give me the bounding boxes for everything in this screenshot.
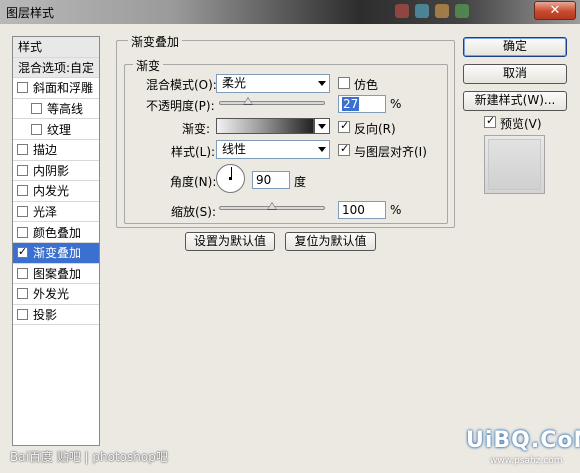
blend-mode-value: 柔光 xyxy=(222,76,247,90)
gradient-label: 渐变: xyxy=(182,122,211,136)
style-list: 样式 混合选项:自定 斜面和浮雕等高线纹理描边内阴影内发光光泽颜色叠加渐变叠加图… xyxy=(12,36,100,446)
angle-input[interactable]: 90 xyxy=(252,171,290,189)
close-button[interactable]: ✕ xyxy=(534,1,576,20)
preview-checkbox[interactable] xyxy=(484,114,496,128)
reverse-checkbox[interactable] xyxy=(338,119,350,133)
style-list-item-checkbox[interactable] xyxy=(31,123,42,135)
chevron-down-icon xyxy=(318,81,326,86)
style-list-item-label: 图案叠加 xyxy=(33,266,82,281)
style-list-item-label: 纹理 xyxy=(47,122,72,137)
blend-mode-select[interactable]: 柔光 xyxy=(216,74,330,93)
gradient-picker-dropdown[interactable] xyxy=(314,118,330,134)
blend-mode-label: 混合模式(O): xyxy=(146,78,217,92)
style-list-item-label: 颜色叠加 xyxy=(33,225,82,240)
gradient-style-value: 线性 xyxy=(222,142,247,156)
style-list-item[interactable]: 内阴影 xyxy=(13,161,99,182)
new-style-button[interactable]: 新建样式(W)... xyxy=(463,91,567,111)
ok-button[interactable]: 确定 xyxy=(463,37,567,57)
gradient-overlay-group-title: 渐变叠加 xyxy=(128,33,183,50)
style-list-item-checkbox[interactable] xyxy=(17,82,28,94)
style-list-item-label: 渐变叠加 xyxy=(33,246,82,261)
style-list-item[interactable]: 纹理 xyxy=(13,119,99,140)
style-list-item-checkbox[interactable] xyxy=(17,226,28,238)
style-list-item[interactable]: 等高线 xyxy=(13,99,99,120)
dither-checkbox[interactable] xyxy=(338,77,350,89)
style-list-item-label: 描边 xyxy=(33,143,58,158)
set-as-default-button[interactable]: 设置为默认值 xyxy=(185,232,275,251)
background-app-icon xyxy=(455,4,469,18)
style-list-item-label: 光泽 xyxy=(33,205,58,220)
style-list-item[interactable]: 投影 xyxy=(13,305,99,326)
style-list-item[interactable]: 光泽 xyxy=(13,202,99,223)
opacity-slider-thumb[interactable] xyxy=(243,97,254,105)
scale-slider-thumb[interactable] xyxy=(267,202,277,210)
style-list-item-checkbox[interactable] xyxy=(17,267,28,279)
style-list-item-checkbox[interactable] xyxy=(17,144,28,156)
opacity-value: 27 xyxy=(342,97,360,111)
scale-label: 缩放(S): xyxy=(171,205,217,219)
angle-degree-unit: 度 xyxy=(294,175,307,189)
opacity-label: 不透明度(P): xyxy=(146,99,215,113)
site-watermark-url: www.psahz.com xyxy=(490,456,563,466)
style-preview-swatch xyxy=(488,139,541,190)
blend-options-label: 混合选项:自定 xyxy=(18,60,95,75)
chevron-down-icon xyxy=(318,147,326,152)
window-title: 图层样式 xyxy=(6,6,55,20)
scale-slider[interactable] xyxy=(219,202,325,210)
align-with-layer-label: 与图层对齐(I) xyxy=(354,145,427,159)
style-list-item-label: 内阴影 xyxy=(33,163,70,178)
background-taskbar-icons xyxy=(395,4,469,20)
site-watermark-logo: UiBQ.CoM xyxy=(466,428,580,453)
style-list-item-label: 投影 xyxy=(33,308,58,323)
style-list-item[interactable]: 外发光 xyxy=(13,284,99,305)
chevron-down-icon xyxy=(318,124,326,129)
align-with-layer-checkbox[interactable] xyxy=(338,142,350,156)
style-list-item[interactable]: 渐变叠加 xyxy=(13,242,99,264)
style-list-item[interactable]: 斜面和浮雕 xyxy=(13,78,99,99)
style-list-item-checkbox[interactable] xyxy=(17,309,28,321)
reverse-label: 反向(R) xyxy=(354,122,396,136)
scale-percent-unit: % xyxy=(390,203,402,217)
style-list-header[interactable]: 样式 xyxy=(13,37,99,58)
dither-label: 仿色 xyxy=(354,78,379,92)
baidu-watermark: Bai百度 贴吧 | photoshop吧 xyxy=(10,450,168,464)
blend-options-item[interactable]: 混合选项:自定 xyxy=(13,57,99,79)
style-list-item-checkbox[interactable] xyxy=(17,185,28,197)
style-list-item-checkbox[interactable] xyxy=(31,103,42,115)
background-app-icon xyxy=(415,4,429,18)
reset-to-default-button[interactable]: 复位为默认值 xyxy=(285,232,376,251)
style-list-item-label: 内发光 xyxy=(33,184,70,199)
style-label: 样式(L): xyxy=(171,145,216,159)
style-list-item-checkbox[interactable] xyxy=(17,164,28,176)
style-list-item[interactable]: 颜色叠加 xyxy=(13,222,99,243)
style-list-header-label: 样式 xyxy=(18,40,43,55)
gradient-style-select[interactable]: 线性 xyxy=(216,140,330,159)
style-list-item-checkbox[interactable] xyxy=(17,245,28,259)
gradient-subgroup-title: 渐变 xyxy=(133,57,164,74)
opacity-input[interactable]: 27 xyxy=(338,95,386,113)
style-list-item-label: 等高线 xyxy=(47,102,84,117)
scale-input[interactable]: 100 xyxy=(338,201,386,219)
style-list-item-label: 外发光 xyxy=(33,287,70,302)
style-list-item-checkbox[interactable] xyxy=(17,206,28,218)
title-bar[interactable]: 图层样式 ✕ xyxy=(0,0,580,24)
background-app-icon xyxy=(395,4,409,18)
angle-label: 角度(N): xyxy=(170,175,217,189)
cancel-button[interactable]: 取消 xyxy=(463,64,567,84)
style-list-item[interactable]: 描边 xyxy=(13,140,99,161)
gradient-preview-swatch[interactable] xyxy=(216,118,314,134)
style-list-item[interactable]: 内发光 xyxy=(13,181,99,202)
preview-label: 预览(V) xyxy=(500,117,542,131)
scale-value: 100 xyxy=(342,203,365,217)
style-list-item[interactable]: 图案叠加 xyxy=(13,264,99,285)
angle-value: 90 xyxy=(256,173,272,187)
opacity-slider[interactable] xyxy=(219,97,325,105)
angle-dial[interactable] xyxy=(216,164,245,193)
style-list-item-label: 斜面和浮雕 xyxy=(33,81,94,96)
background-app-icon xyxy=(435,4,449,18)
opacity-percent-unit: % xyxy=(390,97,402,111)
style-list-item-checkbox[interactable] xyxy=(17,288,28,300)
